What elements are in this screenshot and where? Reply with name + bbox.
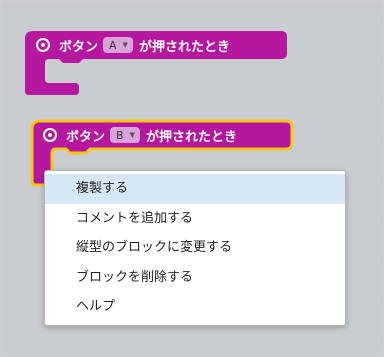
block-context-menu: 複製する コメントを追加する 縦型のブロックに変更する ブロックを削除する ヘル… [44,170,346,326]
caret-down-icon: ▼ [129,131,135,139]
menu-item-help[interactable]: ヘルプ [45,292,345,322]
menu-item-delete-block[interactable]: ブロックを削除する [45,263,345,293]
radio-target-icon [43,128,57,142]
event-block-b-header[interactable]: ボタン B ▼ が押されたとき [43,123,237,147]
blocks-workspace[interactable]: ボタン A ▼ が押されたとき ボタン B ▼ が押されたとき 複製する コメン… [0,0,384,357]
button-b-dropdown[interactable]: B ▼ [110,127,140,143]
block-b-label-suffix: が押されたとき [145,129,237,145]
block-b-label-prefix: ボタン [66,129,106,145]
menu-item-vertical-block[interactable]: 縦型のブロックに変更する [45,233,345,263]
button-b-dropdown-value: B [116,128,124,142]
menu-item-add-comment[interactable]: コメントを追加する [45,204,345,234]
menu-item-duplicate[interactable]: 複製する [45,174,345,204]
